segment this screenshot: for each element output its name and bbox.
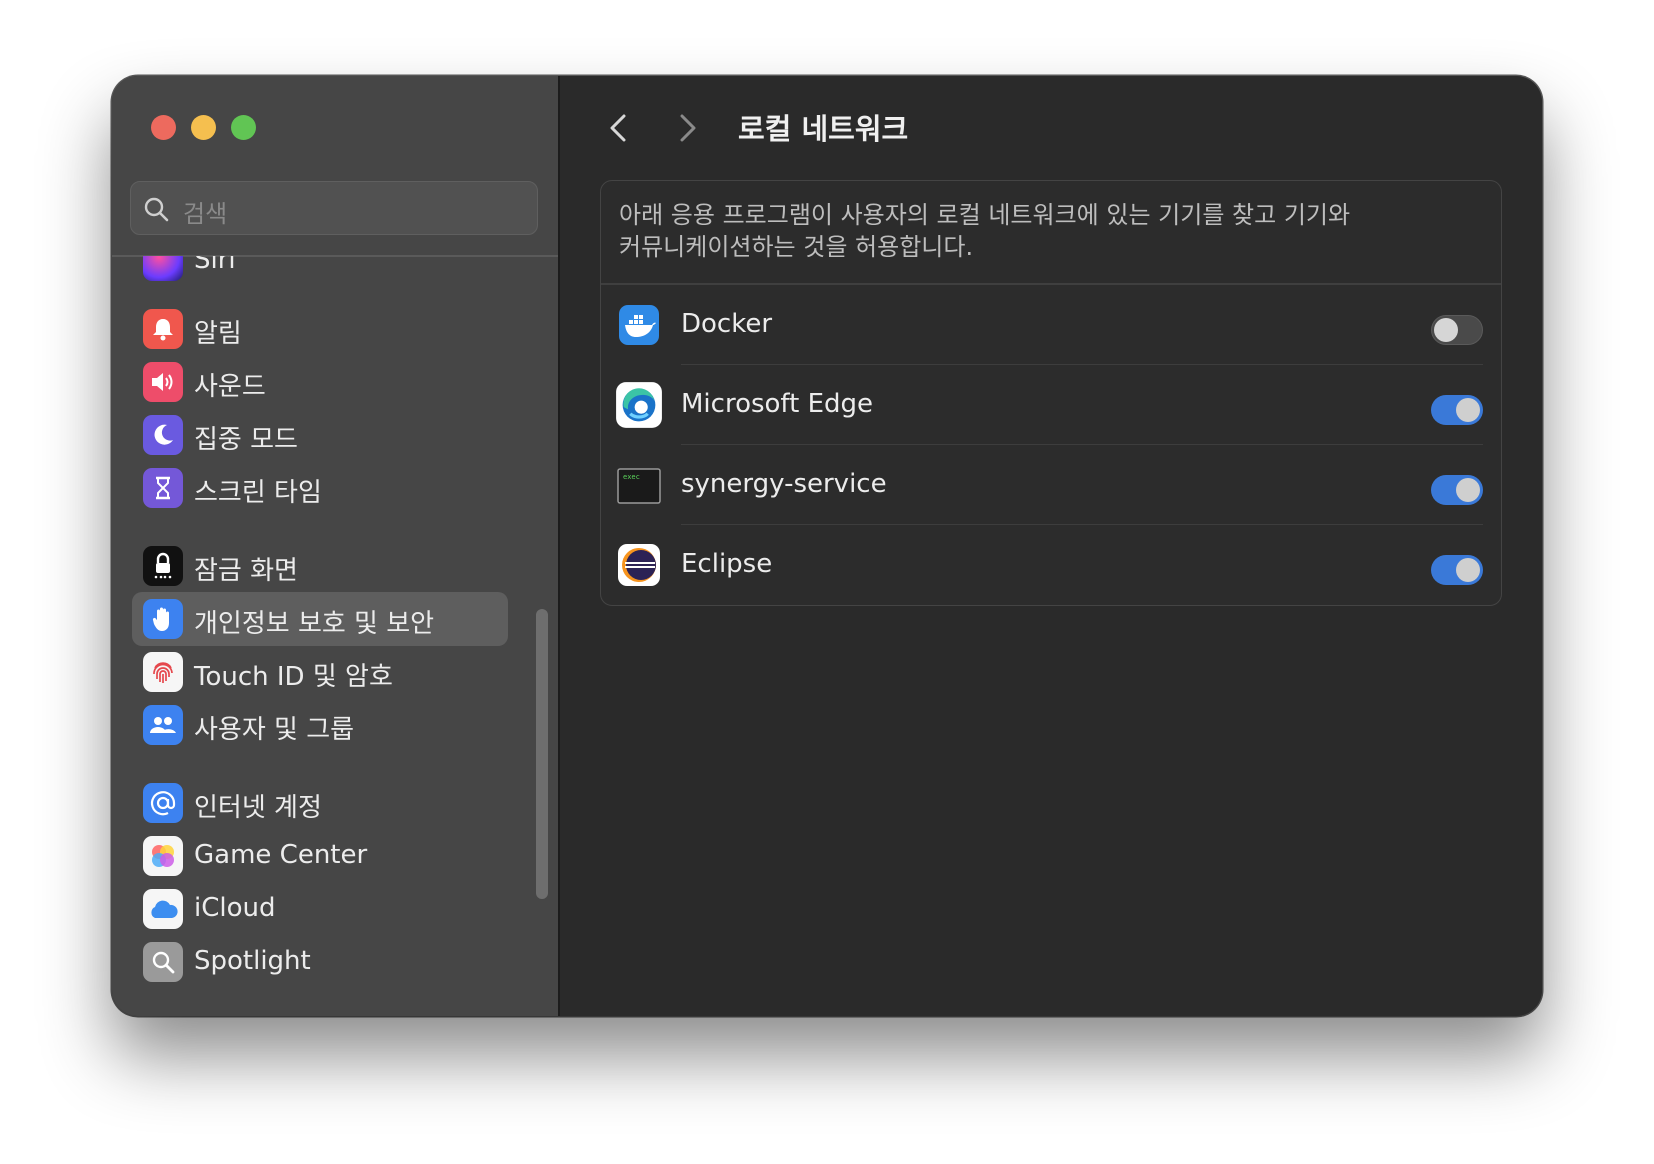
sidebar-list: Siri 알림 사운드 집중 모드 스크린 타임 잠금 화면 개인정보 보호 및… bbox=[112, 256, 558, 1016]
local-network-panel: 아래 응용 프로그램이 사용자의 로컬 네트워크에 있는 기기를 찾고 기기와 … bbox=[600, 180, 1502, 606]
close-window-button[interactable] bbox=[151, 115, 176, 140]
toggle-knob bbox=[1456, 398, 1480, 422]
settings-window: 검색 Siri 알림 사운드 집중 모드 스크린 타임 잠금 화면 개인정보 보… bbox=[112, 76, 1542, 1016]
synergy-service-toggle[interactable] bbox=[1431, 475, 1483, 505]
sidebar-item-users-groups[interactable]: 사용자 및 그룹 bbox=[132, 698, 508, 752]
edge-icon bbox=[616, 382, 662, 428]
fingerprint-icon bbox=[143, 652, 183, 692]
sidebar-item-label: 잠금 화면 bbox=[194, 556, 298, 586]
sidebar-item-focus[interactable]: 집중 모드 bbox=[132, 408, 508, 462]
sidebar-scrollbar[interactable] bbox=[536, 609, 548, 899]
forward-chevron-icon[interactable] bbox=[672, 108, 702, 148]
game-center-icon bbox=[143, 836, 183, 876]
sidebar-item-game-center[interactable]: Game Center bbox=[132, 829, 508, 883]
at-icon bbox=[143, 783, 183, 823]
sidebar-item-label: 인터넷 계정 bbox=[194, 793, 322, 823]
docker-icon bbox=[619, 305, 659, 345]
minimize-window-button[interactable] bbox=[191, 115, 216, 140]
toggle-knob bbox=[1434, 317, 1458, 342]
app-name: Microsoft Edge bbox=[681, 389, 874, 419]
microsoft-edge-toggle[interactable] bbox=[1431, 395, 1483, 425]
panel-description: 아래 응용 프로그램이 사용자의 로컬 네트워크에 있는 기기를 찾고 기기와 … bbox=[619, 201, 1351, 261]
app-name: Eclipse bbox=[681, 549, 773, 579]
sidebar-item-label: Spotlight bbox=[194, 946, 311, 976]
sidebar-item-spotlight[interactable]: Spotlight bbox=[132, 935, 508, 989]
app-row-eclipse: Eclipse bbox=[601, 525, 1501, 605]
sidebar-item-internet-accounts[interactable]: 인터넷 계정 bbox=[132, 776, 508, 830]
terminal-exec-icon: exec bbox=[617, 468, 661, 504]
users-icon bbox=[143, 705, 183, 745]
sidebar-item-lock-screen[interactable]: 잠금 화면 bbox=[132, 539, 508, 593]
hand-icon bbox=[143, 599, 183, 639]
sidebar-item-label: Siri bbox=[194, 256, 236, 275]
toggle-knob bbox=[1456, 558, 1480, 582]
svg-text:exec: exec bbox=[623, 473, 640, 481]
sidebar: 검색 Siri 알림 사운드 집중 모드 스크린 타임 잠금 화면 개인정보 보… bbox=[112, 76, 560, 1016]
sidebar-item-privacy-security[interactable]: 개인정보 보호 및 보안 bbox=[132, 592, 508, 646]
sidebar-item-icloud[interactable]: iCloud bbox=[132, 882, 508, 936]
sidebar-item-label: Touch ID 및 암호 bbox=[194, 662, 393, 692]
app-name: Docker bbox=[681, 309, 773, 339]
toggle-knob bbox=[1456, 478, 1480, 502]
speaker-icon bbox=[143, 362, 183, 402]
eclipse-toggle[interactable] bbox=[1431, 555, 1483, 585]
main-content: 로컬 네트워크 아래 응용 프로그램이 사용자의 로컬 네트워크에 있는 기기를… bbox=[560, 76, 1542, 1016]
moon-icon bbox=[143, 415, 183, 455]
docker-toggle[interactable] bbox=[1431, 315, 1483, 345]
sidebar-item-siri[interactable]: Siri bbox=[132, 256, 508, 288]
sidebar-item-notifications[interactable]: 알림 bbox=[132, 302, 508, 356]
app-row-microsoft-edge: Microsoft Edge bbox=[601, 365, 1501, 445]
app-name: synergy-service bbox=[681, 469, 887, 499]
search-icon bbox=[144, 197, 169, 222]
sidebar-item-label: 사용자 및 그룹 bbox=[194, 715, 355, 745]
app-row-docker: Docker bbox=[601, 285, 1501, 365]
sidebar-item-label: 사운드 bbox=[194, 372, 266, 402]
sidebar-item-label: 개인정보 보호 및 보안 bbox=[194, 609, 435, 639]
sidebar-item-label: Game Center bbox=[194, 840, 368, 870]
sidebar-item-label: iCloud bbox=[194, 893, 276, 923]
sidebar-item-label: 집중 모드 bbox=[194, 425, 298, 455]
siri-icon bbox=[143, 256, 183, 281]
app-row-synergy-service: exec synergy-service bbox=[601, 445, 1501, 525]
search-input[interactable]: 검색 bbox=[130, 181, 538, 235]
sidebar-item-screen-time[interactable]: 스크린 타임 bbox=[132, 461, 508, 515]
sidebar-item-sound[interactable]: 사운드 bbox=[132, 355, 508, 409]
hourglass-icon bbox=[143, 468, 183, 508]
magnifier-icon bbox=[143, 942, 183, 982]
eclipse-icon bbox=[618, 544, 660, 586]
back-chevron-icon[interactable] bbox=[604, 108, 634, 148]
sidebar-item-label: 스크린 타임 bbox=[194, 478, 322, 508]
cloud-icon bbox=[143, 889, 183, 929]
page-title: 로컬 네트워크 bbox=[738, 112, 909, 146]
search-placeholder: 검색 bbox=[183, 200, 228, 228]
bell-icon bbox=[143, 309, 183, 349]
maximize-window-button[interactable] bbox=[231, 115, 256, 140]
lock-icon bbox=[143, 546, 183, 586]
sidebar-item-touch-id[interactable]: Touch ID 및 암호 bbox=[132, 645, 508, 699]
sidebar-item-label: 알림 bbox=[194, 319, 242, 349]
